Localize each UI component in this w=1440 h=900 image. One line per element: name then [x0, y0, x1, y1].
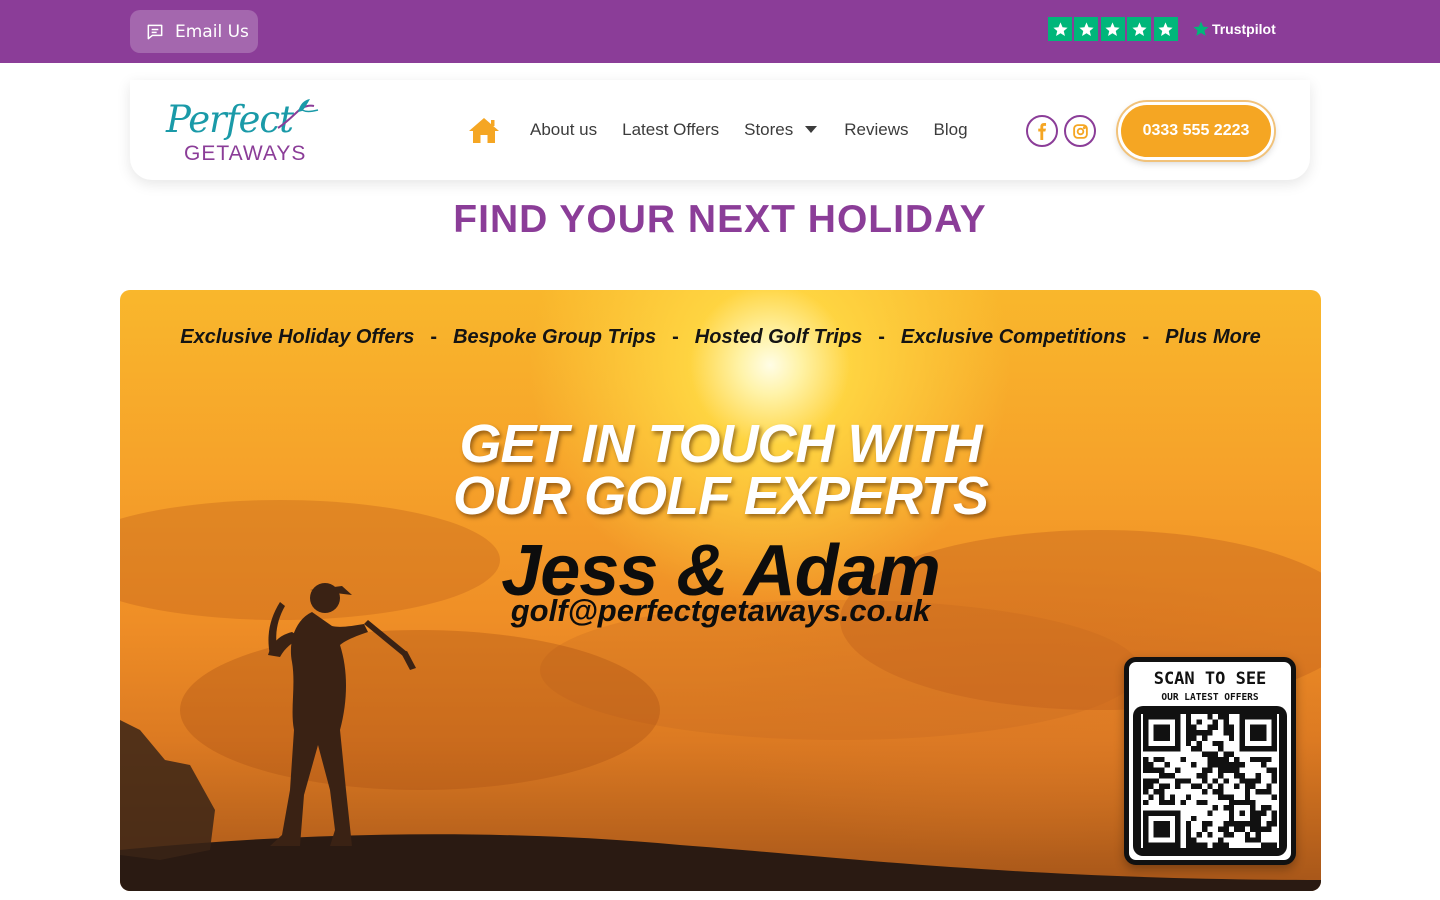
instagram-icon — [1072, 123, 1088, 139]
golf-email-address: golf@perfectgetaways.co.uk — [510, 593, 931, 628]
banner-taglines: Exclusive Holiday Offers - Bespoke Group… — [120, 326, 1321, 349]
chat-icon — [147, 24, 163, 39]
chevron-down-icon — [805, 126, 818, 133]
banner-headline: GET IN TOUCH WITH OUR GOLF EXPERTS — [120, 414, 1321, 526]
tagline-item: Bespoke Group Trips — [453, 326, 657, 348]
qr-title: SCAN TO SEE — [1153, 669, 1267, 689]
trustpilot-logo: Trustpilot — [1192, 20, 1276, 38]
hummingbird-icon — [277, 99, 319, 129]
tagline-item: Plus More — [1165, 326, 1261, 348]
headline-line-2: OUR GOLF EXPERTS — [452, 466, 989, 526]
star-icon — [1074, 17, 1099, 41]
tagline-separator: - — [878, 326, 885, 348]
star-icon — [1048, 17, 1072, 41]
tagline-item: Exclusive Competitions — [900, 326, 1127, 348]
nav-item-reviews[interactable]: Reviews — [844, 120, 908, 140]
email-us-label: Email Us — [175, 21, 249, 42]
tagline-item: Hosted Golf Trips — [694, 326, 863, 348]
logo-text-perfect: Perfect — [166, 98, 294, 141]
tagline-item: Exclusive Holiday Offers — [180, 326, 415, 348]
tagline-separator: - — [1142, 326, 1150, 348]
home-icon[interactable] — [468, 116, 500, 144]
trustpilot-star-icon — [1193, 21, 1209, 36]
nav-item-stores[interactable]: Stores — [744, 120, 818, 140]
star-icon — [1127, 17, 1152, 41]
trustpilot-label: Trustpilot — [1211, 21, 1276, 37]
nav-item-blog[interactable]: Blog — [934, 120, 968, 140]
email-us-button[interactable]: Email Us — [130, 10, 258, 53]
headline-line-1: GET IN TOUCH WITH — [459, 414, 983, 474]
site-logo[interactable]: Perfect GETAWAYS — [166, 98, 326, 168]
qr-code-card[interactable]: SCAN TO SEE OUR LATEST OFFERS — [1124, 657, 1296, 865]
site-header: Perfect GETAWAYS About us Latest Offers … — [130, 80, 1310, 180]
star-icon — [1100, 17, 1125, 41]
qr-subtitle: OUR LATEST OFFERS — [1161, 692, 1259, 703]
nav-item-latest-offers[interactable]: Latest Offers — [622, 120, 719, 140]
trustpilot-rating[interactable]: Trustpilot — [1048, 17, 1276, 41]
facebook-icon — [1037, 122, 1046, 140]
golf-banner[interactable]: Exclusive Holiday Offers - Bespoke Group… — [120, 290, 1321, 891]
phone-button[interactable]: 0333 555 2223 — [1118, 102, 1274, 160]
nav-item-stores-label: Stores — [744, 120, 794, 139]
main-nav: About us Latest Offers Stores Reviews Bl… — [468, 116, 993, 144]
tagline-separator: - — [430, 326, 438, 348]
facebook-link[interactable] — [1026, 115, 1058, 147]
top-bar: Email Us Trustpilot — [0, 0, 1440, 63]
star-icon — [1153, 17, 1178, 41]
logo-text-getaways: GETAWAYS — [184, 142, 307, 165]
tagline-separator: - — [672, 326, 679, 348]
nav-item-about-us[interactable]: About us — [530, 120, 597, 140]
qr-code-graphic — [1141, 714, 1279, 848]
qr-code-icon — [1133, 706, 1287, 856]
page-title: FIND YOUR NEXT HOLIDAY — [453, 198, 987, 241]
instagram-link[interactable] — [1064, 115, 1096, 147]
